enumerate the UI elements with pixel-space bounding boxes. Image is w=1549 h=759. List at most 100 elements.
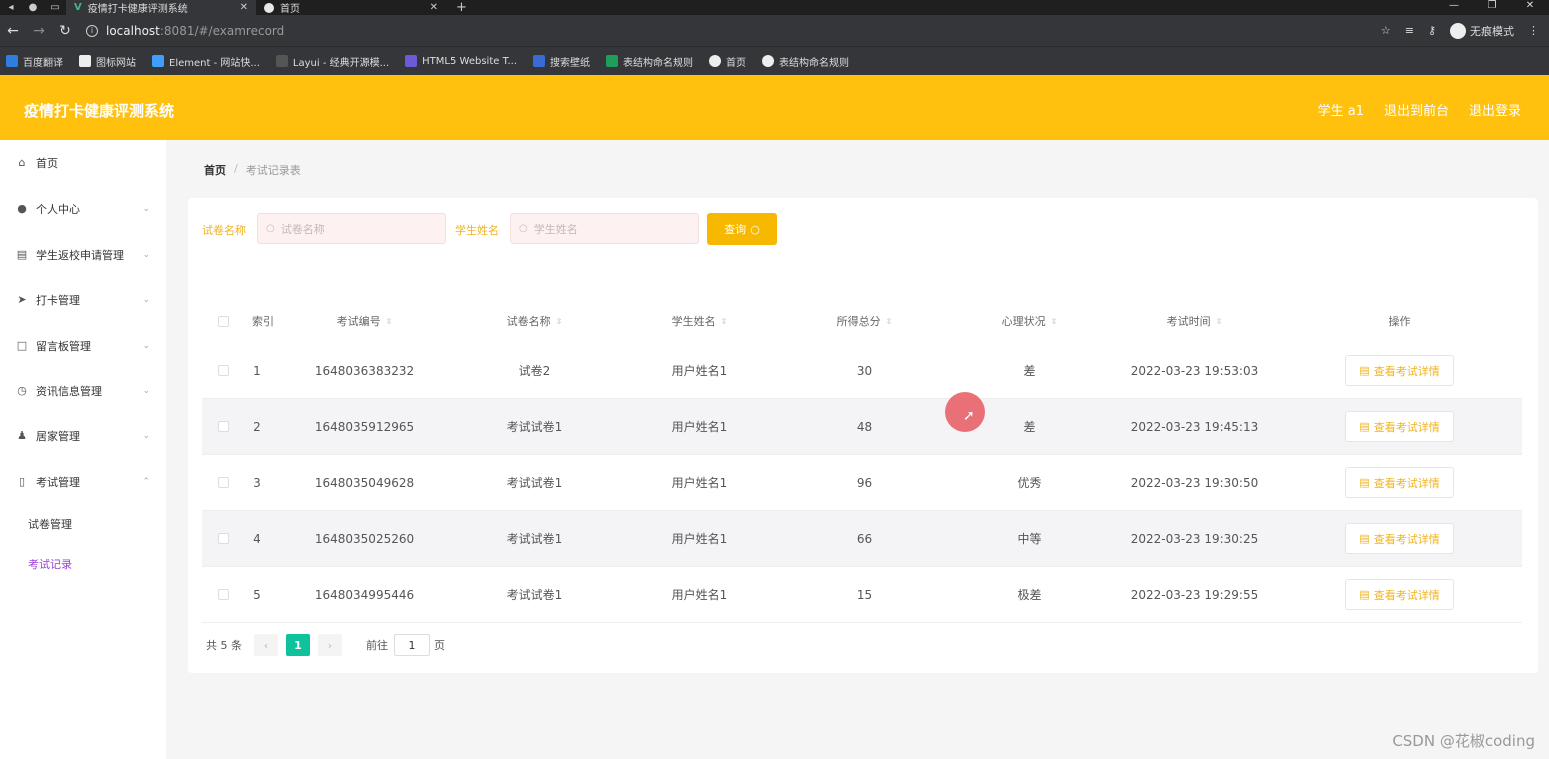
cell-exam-no: 1648035049628 [314,475,415,490]
view-detail-button[interactable]: ▤ 查看考试详情 [1345,523,1454,554]
sort-icon[interactable]: ⇳ [556,317,563,326]
sort-icon[interactable]: ⇳ [1216,317,1223,326]
sheet-icon [606,55,619,67]
browser-icon[interactable]: ● [22,2,44,13]
bookmark-item[interactable]: 表结构命名规则 [762,54,849,69]
row-checkbox[interactable] [217,533,229,544]
breadcrumb-home[interactable]: 首页 [204,162,226,178]
sidebar-item-label: 打卡管理 [36,293,80,307]
sidebar-item-home[interactable]: ⌂ 首页 [0,140,166,185]
logout-link[interactable]: 退出登录 [1469,100,1521,119]
close-tab-icon[interactable]: ✕ [430,2,438,13]
row-checkbox[interactable] [217,477,229,488]
next-page-icon[interactable]: › [318,634,342,656]
header-score[interactable]: 所得总分 ⇳ [782,300,947,342]
sidebar-subitem-exam-record[interactable]: 考试记录 [0,544,166,584]
close-tab-icon[interactable]: ✕ [240,2,248,13]
chevron-up-icon: ⌃ [142,476,150,487]
sidebar-item-exam[interactable]: ▯ 考试管理 ⌃ [0,459,166,504]
tab-active[interactable]: V 疫情打卡健康评测系统 ✕ [66,0,256,15]
view-detail-button[interactable]: ▤ 查看考试详情 [1345,467,1454,498]
sidebar-subitem-label: 考试记录 [28,558,72,571]
sort-icon[interactable]: ⇳ [1051,317,1058,326]
header-exam-no[interactable]: 考试编号 ⇳ [282,300,447,342]
sort-icon[interactable]: ⇳ [721,317,728,326]
forward-icon[interactable]: → [26,23,52,39]
bookmark-item[interactable]: 搜索壁纸 [533,54,590,69]
reading-list-icon[interactable]: ≡ [1405,24,1414,37]
header-action: 操作 [1292,300,1507,342]
bookmark-item[interactable]: Layui - 经典开源模... [275,54,389,69]
bookmark-item[interactable]: HTML5 Website T... [405,55,517,67]
address-bar: ← → ↻ i localhost:8081/#/examrecord ☆ ≡ … [0,15,1549,46]
bookmark-item[interactable]: Element - 网站快... [152,54,260,69]
view-detail-button[interactable]: ▤ 查看考试详情 [1345,579,1454,610]
sidebar-item-checkin[interactable]: ➤ 打卡管理 ⌄ [0,277,166,322]
tab-inactive[interactable]: 首页 ✕ [256,0,446,15]
element-icon [152,55,164,67]
info-icon[interactable]: i [86,24,98,37]
sidebar-item-label: 首页 [36,156,58,170]
sidebar-item-personal[interactable]: ● 个人中心 ⌄ [0,186,166,231]
view-detail-label: 查看考试详情 [1373,532,1440,546]
row-checkbox[interactable] [217,421,229,432]
front-link[interactable]: 退出到前台 [1384,100,1449,119]
sidebar-subitem-paper[interactable]: 试卷管理 [0,504,166,544]
close-window-icon[interactable]: ✕ [1511,0,1549,15]
vue-icon: V [74,1,82,13]
page-number-current[interactable]: 1 [286,634,310,656]
chevron-down-icon: ⌄ [142,294,150,305]
cell-index: 1 [253,363,261,378]
menu-icon[interactable]: ⋮ [1528,24,1539,37]
prev-page-icon[interactable]: ‹ [254,634,278,656]
restore-icon[interactable]: ❐ [1473,0,1511,15]
star-icon[interactable]: ☆ [1381,24,1391,37]
sort-icon[interactable]: ⇳ [386,317,393,326]
header-time[interactable]: 考试时间 ⇳ [1112,300,1277,342]
bookmark-item[interactable]: 表结构命名规则 [606,54,693,69]
sidebar-item-home-quarantine[interactable]: ♟ 居家管理 ⌄ [0,413,166,458]
bookmark-item[interactable]: 图标网站 [79,54,136,69]
header-student[interactable]: 学生姓名 ⇳ [617,300,782,342]
sidebar-item-news[interactable]: ◷ 资讯信息管理 ⌄ [0,368,166,413]
incognito-label: 无痕模式 [1470,24,1514,38]
paper-name-input[interactable]: ○ 试卷名称 [257,213,446,244]
row-checkbox[interactable] [217,589,229,600]
search-icon: ○ [266,223,275,234]
chevron-down-icon: ⌄ [142,385,150,396]
sort-icon[interactable]: ⇳ [886,317,893,326]
incognito-indicator[interactable]: 无痕模式 [1450,22,1514,39]
reload-icon[interactable]: ↻ [52,23,78,39]
url-field[interactable]: i localhost:8081/#/examrecord [86,24,284,38]
sidebar-item-message-board[interactable]: □ 留言板管理 ⌄ [0,323,166,368]
view-detail-button[interactable]: ▤ 查看考试详情 [1345,411,1454,442]
bookmark-label: 图标网站 [96,57,136,69]
header-paper[interactable]: 试卷名称 ⇳ [452,300,617,342]
key-icon[interactable]: ⚷ [1428,24,1436,37]
cell-time: 2022-03-23 19:29:55 [1130,587,1259,602]
cell-student: 用户姓名1 [671,588,728,602]
new-tab-icon[interactable]: + [446,0,477,15]
audio-icon[interactable]: ◂ [0,2,22,13]
bookmark-item[interactable]: 首页 [709,54,746,69]
select-all-checkbox[interactable] [217,315,229,327]
goto-page-input[interactable]: 1 [394,634,430,656]
document-icon: ▤ [1359,588,1370,601]
header-mental[interactable]: 心理状况 ⇳ [947,300,1112,342]
minimize-icon[interactable]: — [1435,0,1473,15]
query-button-label: 查询 [724,223,747,236]
view-detail-button[interactable]: ▤ 查看考试详情 [1345,355,1454,386]
bookmark-item[interactable]: 百度翻译 [6,54,63,69]
tab-search-icon[interactable]: ▭ [44,2,66,13]
row-checkbox[interactable] [217,365,229,376]
table-row: 3 1648035049628 考试试卷1 用户姓名1 96 优秀 2022-0… [202,455,1522,511]
cell-index: 5 [253,587,261,602]
sidebar-item-return-apply[interactable]: ▤ 学生返校申请管理 ⌄ [0,232,166,277]
chevron-down-icon: ⌄ [142,249,150,260]
student-name-input[interactable]: ○ 学生姓名 [510,213,699,244]
cell-mental: 优秀 [1017,476,1042,490]
back-icon[interactable]: ← [0,23,26,39]
query-button[interactable]: 查询 ○ [707,213,777,245]
document-icon: ▤ [1359,420,1370,433]
pagination: 共 5 条 ‹ 1 › 前往 1 页 [206,634,445,656]
